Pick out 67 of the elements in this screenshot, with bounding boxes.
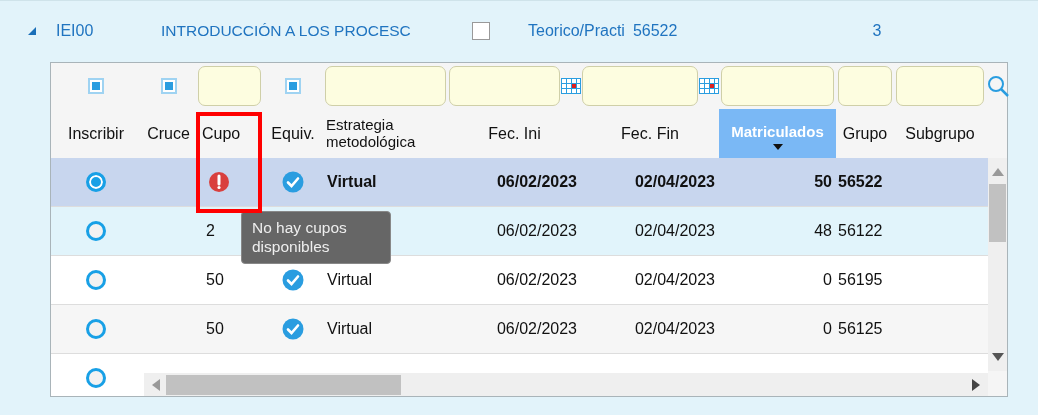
filter-field[interactable] bbox=[838, 66, 892, 106]
table-cell: 56122 bbox=[838, 222, 883, 240]
table-cell: 0 bbox=[823, 320, 832, 338]
table-cell: 02/04/2023 bbox=[634, 222, 715, 240]
table-cell: 06/02/2023 bbox=[496, 320, 577, 338]
filter-toggle-icon[interactable] bbox=[160, 78, 177, 94]
cupo-tooltip: No hay cupos disponibles bbox=[241, 211, 391, 264]
filter-field[interactable] bbox=[721, 66, 834, 106]
column-header[interactable]: Grupo bbox=[836, 109, 894, 158]
table-cell: 02/04/2023 bbox=[634, 271, 715, 289]
scroll-up-arrow-icon[interactable] bbox=[991, 168, 1004, 176]
table-cell: 48 bbox=[814, 222, 832, 240]
table-cell-text: 50 bbox=[205, 320, 224, 338]
column-header[interactable]: Inscribir bbox=[51, 109, 141, 158]
horizontal-scrollbar[interactable] bbox=[144, 373, 988, 396]
table-cell: 56522 bbox=[838, 173, 883, 191]
course-checkbox[interactable] bbox=[472, 22, 490, 40]
column-header[interactable]: Subgrupo bbox=[894, 109, 986, 158]
table-cell: 02/04/2023 bbox=[634, 173, 715, 191]
column-header[interactable]: Cupo bbox=[196, 109, 263, 158]
table-cell: 56125 bbox=[838, 320, 883, 338]
column-header[interactable]: Estrategia metodológica bbox=[323, 109, 448, 158]
radio-button[interactable] bbox=[86, 221, 106, 241]
radio-button[interactable] bbox=[86, 172, 106, 192]
table-cell: 50 bbox=[814, 173, 832, 191]
filter-field[interactable] bbox=[198, 66, 261, 106]
search-icon[interactable] bbox=[986, 74, 1010, 98]
scroll-down-arrow-icon[interactable] bbox=[991, 353, 1004, 361]
calendar-icon[interactable] bbox=[698, 78, 719, 94]
course-count: 3 bbox=[872, 22, 882, 40]
table-cell: 06/02/2023 bbox=[496, 222, 577, 240]
table-cell: Virtual bbox=[327, 320, 373, 338]
scroll-right-arrow-icon[interactable] bbox=[972, 378, 980, 391]
expand-triangle-icon[interactable] bbox=[28, 27, 36, 35]
calendar-icon[interactable] bbox=[560, 78, 581, 94]
course-code: IEI00 bbox=[56, 22, 95, 40]
table-cell: 56195 bbox=[838, 271, 883, 289]
table-cell-text: 50 bbox=[205, 271, 224, 289]
table-cell: Virtual bbox=[327, 173, 377, 191]
filter-field[interactable] bbox=[448, 66, 560, 106]
column-header[interactable]: Equiv. bbox=[263, 109, 323, 158]
column-header[interactable]: Cruce bbox=[141, 109, 196, 158]
radio-button[interactable] bbox=[86, 270, 106, 290]
filter-field[interactable] bbox=[896, 66, 984, 106]
scroll-thumb[interactable] bbox=[166, 374, 401, 395]
filter-toggle-icon[interactable] bbox=[285, 78, 301, 94]
course-group: 56522 bbox=[632, 22, 678, 40]
filter-field[interactable] bbox=[581, 66, 698, 106]
warning-icon[interactable] bbox=[208, 171, 230, 193]
scroll-thumb[interactable] bbox=[989, 184, 1006, 242]
table-cell: Virtual bbox=[327, 271, 373, 289]
filter-toggle-icon[interactable] bbox=[88, 78, 104, 94]
table-cell-text: 2 bbox=[205, 222, 215, 240]
table-cell: 06/02/2023 bbox=[496, 173, 577, 191]
course-type: Teorico/Practi bbox=[528, 22, 625, 40]
column-header[interactable]: Fec. Ini bbox=[448, 109, 581, 158]
table-cell: 0 bbox=[823, 271, 832, 289]
scroll-left-arrow-icon[interactable] bbox=[152, 378, 160, 391]
table-cell: 06/02/2023 bbox=[496, 271, 577, 289]
sort-caret-icon bbox=[772, 144, 783, 150]
course-name: INTRODUCCIÓN A LOS PROCESC bbox=[161, 22, 412, 40]
table-cell: 02/04/2023 bbox=[634, 320, 715, 338]
filter-field[interactable] bbox=[325, 66, 446, 106]
radio-button[interactable] bbox=[86, 368, 106, 388]
radio-button[interactable] bbox=[86, 319, 106, 339]
vertical-scrollbar[interactable] bbox=[988, 158, 1007, 371]
column-header[interactable]: Fec. Fin bbox=[581, 109, 719, 158]
